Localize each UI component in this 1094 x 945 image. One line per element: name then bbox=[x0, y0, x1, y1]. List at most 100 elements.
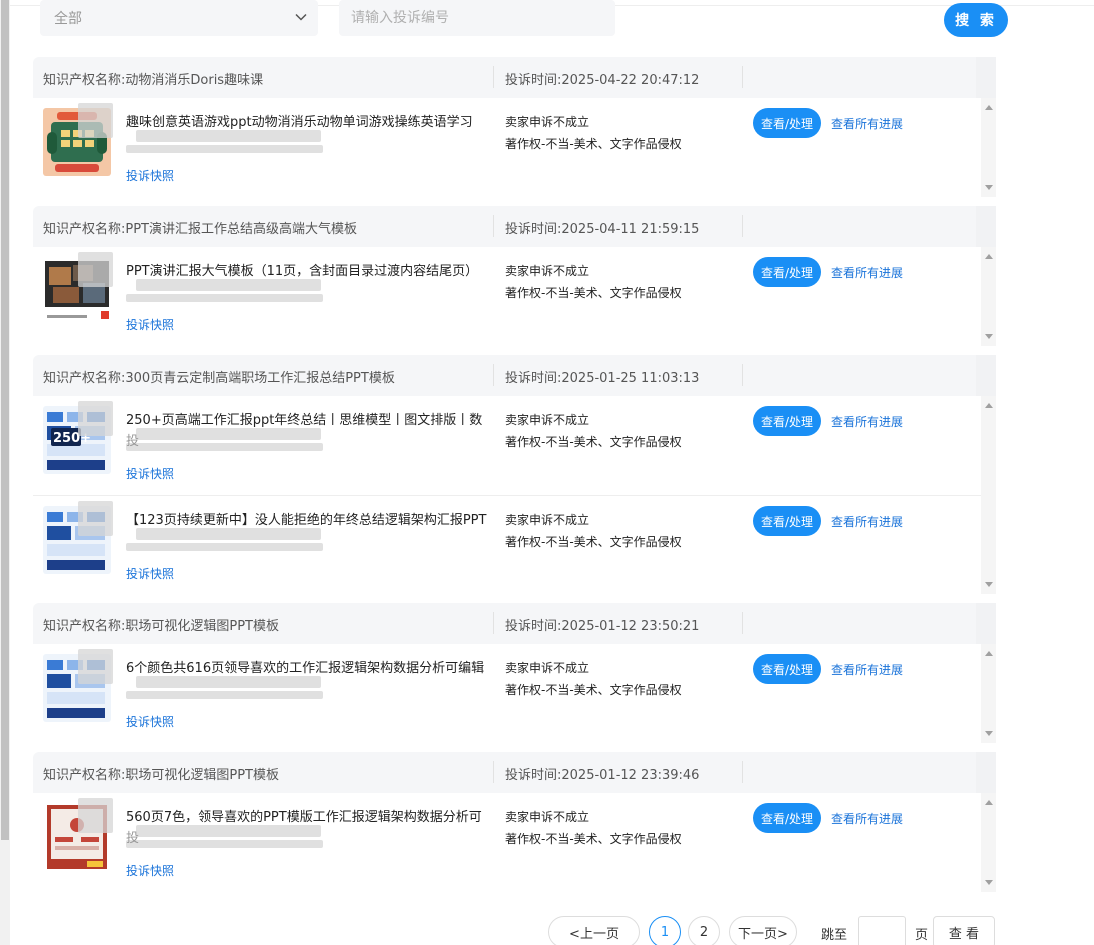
header-scroll-gutter bbox=[976, 355, 996, 396]
scroll-down-icon[interactable] bbox=[985, 582, 993, 587]
group-header: 知识产权名称:职场可视化逻辑图PPT模板 投诉时间:2025-01-12 23:3… bbox=[33, 752, 996, 793]
view-handle-button[interactable]: 查看/处理 bbox=[753, 406, 821, 436]
complaint-group: 知识产权名称:PPT演讲汇报工作总结高级高端大气模板 投诉时间:2025-04-1… bbox=[33, 206, 996, 346]
complaint-snapshot-link[interactable]: 投诉快照 bbox=[126, 565, 174, 582]
complaint-group: 知识产权名称:职场可视化逻辑图PPT模板 投诉时间:2025-01-12 23:3… bbox=[33, 752, 996, 892]
complaint-snapshot-link[interactable]: 投诉快照 bbox=[126, 167, 174, 184]
product-title: PPT演讲汇报大气模板（11页，含封面目录过渡内容结尾页） bbox=[126, 264, 479, 279]
group-scrollbar[interactable] bbox=[981, 644, 996, 743]
complaint-reason: 著作权-不当-美术、文字作品侵权 bbox=[505, 832, 682, 846]
redaction-overlay bbox=[78, 401, 113, 436]
complaint-time: 投诉时间:2025-01-25 11:03:13 bbox=[505, 371, 700, 386]
header-scroll-gutter bbox=[976, 57, 996, 98]
scroll-down-icon[interactable] bbox=[985, 185, 993, 190]
scroll-up-icon[interactable] bbox=[985, 800, 993, 805]
view-handle-button[interactable]: 查看/处理 bbox=[753, 654, 821, 684]
product-title: 560页7色，领导喜欢的PPT模版工作汇报逻辑架构数据分析可 bbox=[126, 810, 482, 825]
header-divider bbox=[493, 612, 494, 634]
view-handle-button[interactable]: 查看/处理 bbox=[753, 108, 821, 138]
complaint-group: 知识产权名称:动物消消乐Doris趣味课 投诉时间:2025-04-22 20:4… bbox=[33, 57, 996, 197]
scroll-up-icon[interactable] bbox=[985, 651, 993, 656]
group-scrollbar[interactable] bbox=[981, 98, 996, 197]
view-all-progress-link[interactable]: 查看所有进展 bbox=[831, 513, 903, 530]
view-handle-button[interactable]: 查看/处理 bbox=[753, 506, 821, 536]
complaint-reason: 著作权-不当-美术、文字作品侵权 bbox=[505, 683, 682, 697]
complaint-snapshot-link[interactable]: 投诉快照 bbox=[126, 862, 174, 879]
status-select[interactable]: 全部 bbox=[40, 0, 318, 36]
redaction-overlay bbox=[78, 501, 113, 536]
header-scroll-gutter bbox=[976, 206, 996, 247]
complaint-no-input[interactable] bbox=[339, 0, 615, 36]
scroll-down-icon[interactable] bbox=[985, 880, 993, 885]
page-1-button[interactable]: 1 bbox=[649, 916, 681, 945]
header-divider bbox=[742, 66, 743, 88]
complaint-time: 投诉时间:2025-04-22 20:47:12 bbox=[505, 73, 700, 88]
group-body: 250+ 250+页高端工作汇报ppt年终总结丨思维模型丨图文排版丨数投投诉快照卖… bbox=[33, 396, 996, 594]
complaint-snapshot-link[interactable]: 投诉快照 bbox=[126, 465, 174, 482]
view-handle-button[interactable]: 查看/处理 bbox=[753, 257, 821, 287]
group-scrollbar[interactable] bbox=[981, 247, 996, 346]
group-body: PPT演讲汇报大气模板（11页，含封面目录过渡内容结尾页） 投诉快照 卖家申诉不成立… bbox=[33, 247, 996, 346]
complaint-list: 知识产权名称:动物消消乐Doris趣味课 投诉时间:2025-04-22 20:4… bbox=[33, 57, 996, 901]
ip-name: 知识产权名称:PPT演讲汇报工作总结高级高端大气模板 bbox=[43, 222, 357, 237]
header-divider bbox=[493, 66, 494, 88]
redaction-overlay bbox=[136, 279, 321, 291]
group-header: 知识产权名称:职场可视化逻辑图PPT模板 投诉时间:2025-01-12 23:5… bbox=[33, 603, 996, 644]
complaint-status: 卖家申诉不成立 bbox=[505, 810, 590, 824]
group-body: 趣味创意英语游戏ppt动物消消乐动物单词游戏操练英语学习 投诉快照 卖家申诉不成立著… bbox=[33, 98, 996, 197]
ip-name: 知识产权名称:动物消消乐Doris趣味课 bbox=[43, 73, 264, 88]
page-scrollbar-thumb[interactable] bbox=[1, 0, 9, 840]
redaction-overlay bbox=[126, 443, 323, 451]
scroll-up-icon[interactable] bbox=[985, 254, 993, 259]
ip-name: 知识产权名称:300页青云定制高端职场工作汇报总结PPT模板 bbox=[43, 371, 395, 386]
complaint-reason: 著作权-不当-美术、文字作品侵权 bbox=[505, 535, 682, 549]
group-header: 知识产权名称:PPT演讲汇报工作总结高级高端大气模板 投诉时间:2025-04-1… bbox=[33, 206, 996, 247]
complaint-item: 趣味创意英语游戏ppt动物消消乐动物单词游戏操练英语学习 投诉快照 卖家申诉不成立著… bbox=[33, 98, 981, 197]
complaint-time: 投诉时间:2025-01-12 23:39:46 bbox=[505, 768, 700, 783]
filter-bar: 全部 搜 索 bbox=[40, 0, 1040, 44]
view-all-progress-link[interactable]: 查看所有进展 bbox=[831, 115, 903, 132]
complaint-time: 投诉时间:2025-01-12 23:50:21 bbox=[505, 619, 700, 634]
complaint-snapshot-link[interactable]: 投诉快照 bbox=[126, 316, 174, 333]
scroll-down-icon[interactable] bbox=[985, 334, 993, 339]
jump-to-label: 跳至 bbox=[821, 928, 848, 943]
search-button[interactable]: 搜 索 bbox=[944, 3, 1008, 37]
complaint-status: 卖家申诉不成立 bbox=[505, 513, 590, 527]
complaint-item: 【123页持续更新中】没人能拒绝的年终总结逻辑架构汇报PPT 投诉快照 卖家申诉不成… bbox=[33, 495, 981, 594]
status-select-value: 全部 bbox=[54, 11, 82, 27]
redaction-overlay bbox=[126, 294, 323, 302]
group-scrollbar[interactable] bbox=[981, 793, 996, 892]
header-divider bbox=[742, 364, 743, 386]
redaction-overlay bbox=[136, 825, 321, 837]
redaction-overlay bbox=[126, 145, 323, 153]
scroll-up-icon[interactable] bbox=[985, 403, 993, 408]
complaint-reason: 著作权-不当-美术、文字作品侵权 bbox=[505, 286, 682, 300]
redaction-overlay bbox=[136, 528, 321, 540]
product-subline: 投 bbox=[126, 831, 140, 846]
complaint-snapshot-link[interactable]: 投诉快照 bbox=[126, 713, 174, 730]
page-scrollbar[interactable] bbox=[0, 0, 10, 945]
page-2-button[interactable]: 2 bbox=[688, 916, 720, 945]
redaction-overlay bbox=[136, 428, 321, 440]
redaction-overlay bbox=[126, 543, 323, 551]
header-divider bbox=[742, 215, 743, 237]
next-page-button[interactable]: 下一页> bbox=[729, 916, 797, 945]
group-scrollbar[interactable] bbox=[981, 396, 996, 594]
view-handle-button[interactable]: 查看/处理 bbox=[753, 803, 821, 833]
complaint-item: PPT演讲汇报大气模板（11页，含封面目录过渡内容结尾页） 投诉快照 卖家申诉不成立… bbox=[33, 247, 981, 346]
prev-page-button[interactable]: <上一页 bbox=[548, 916, 640, 945]
product-title: 趣味创意英语游戏ppt动物消消乐动物单词游戏操练英语学习 bbox=[126, 115, 473, 130]
scroll-up-icon[interactable] bbox=[985, 105, 993, 110]
view-all-progress-link[interactable]: 查看所有进展 bbox=[831, 810, 903, 827]
complaint-reason: 著作权-不当-美术、文字作品侵权 bbox=[505, 435, 682, 449]
complaint-item: 250+ 250+页高端工作汇报ppt年终总结丨思维模型丨图文排版丨数投投诉快照卖… bbox=[33, 396, 981, 495]
go-page-button[interactable]: 查 看 bbox=[933, 916, 995, 945]
header-scroll-gutter bbox=[976, 603, 996, 644]
group-body: 6个颜色共616页领导喜欢的工作汇报逻辑架构数据分析可编辑 投诉快照 卖家申诉不成立… bbox=[33, 644, 996, 743]
view-all-progress-link[interactable]: 查看所有进展 bbox=[831, 661, 903, 678]
scroll-down-icon[interactable] bbox=[985, 731, 993, 736]
view-all-progress-link[interactable]: 查看所有进展 bbox=[831, 413, 903, 430]
product-title: 250+页高端工作汇报ppt年终总结丨思维模型丨图文排版丨数 bbox=[126, 413, 483, 428]
view-all-progress-link[interactable]: 查看所有进展 bbox=[831, 264, 903, 281]
jump-page-input[interactable] bbox=[858, 916, 906, 945]
